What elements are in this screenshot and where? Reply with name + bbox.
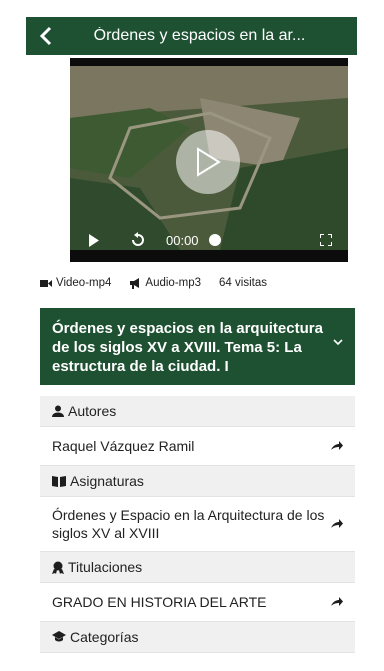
section-header-titulaciones: Titulaciones	[40, 552, 355, 583]
replay-button[interactable]	[130, 232, 146, 248]
section-header-categorias: Categorías	[40, 622, 355, 653]
video-mp4-label: Video-mp4	[56, 277, 112, 289]
fullscreen-button[interactable]	[320, 234, 332, 246]
player-controls: 00:00	[70, 218, 348, 262]
section-header-label: Categorías	[70, 629, 139, 645]
book-icon	[52, 476, 66, 487]
graduation-cap-icon	[52, 631, 66, 642]
details-list: Autores Raquel Vázquez Ramil Asignaturas…	[40, 396, 355, 653]
chevron-down-icon	[333, 339, 343, 346]
section-header-autores: Autores	[40, 396, 355, 427]
share-arrow-icon	[329, 519, 343, 529]
section-header-label: Titulaciones	[68, 559, 143, 575]
audio-mp3-link[interactable]: Audio-mp3	[129, 277, 201, 289]
page-title: Órdenes y espacios en la ar...	[93, 27, 306, 44]
lesson-accordion[interactable]: Órdenes y espacios en la arquitectura de…	[40, 308, 355, 385]
author-name: Raquel Vázquez Ramil	[52, 438, 195, 454]
subject-item[interactable]: Órdenes y Espacio en la Arquitectura de …	[40, 497, 355, 552]
video-camera-icon	[40, 279, 52, 287]
play-control[interactable]	[88, 233, 100, 247]
award-icon	[52, 561, 64, 574]
media-meta: Video-mp4 Audio-mp3 64 visitas	[40, 273, 340, 293]
megaphone-icon	[130, 278, 140, 289]
degree-name: GRADO EN HISTORIA DEL ARTE	[52, 594, 267, 610]
section-header-asignaturas: Asignaturas	[40, 466, 355, 497]
share-arrow-icon	[329, 441, 343, 451]
seek-handle[interactable]	[208, 234, 221, 246]
section-header-label: Autores	[68, 403, 117, 419]
share-arrow-icon	[329, 597, 343, 607]
play-small-icon	[89, 233, 99, 247]
chevron-left-icon	[39, 26, 52, 46]
section-header-label: Asignaturas	[70, 473, 144, 489]
audio-mp3-label: Audio-mp3	[145, 277, 202, 289]
subject-name: Órdenes y Espacio en la Arquitectura de …	[52, 507, 325, 541]
play-button[interactable]	[176, 130, 240, 194]
time-display: 00:00	[166, 232, 199, 248]
author-item[interactable]: Raquel Vázquez Ramil	[40, 427, 355, 466]
play-icon	[197, 147, 221, 177]
fullscreen-icon	[320, 234, 332, 246]
visit-count: 64 visitas	[219, 277, 267, 289]
replay-icon	[132, 232, 144, 246]
top-bar: Órdenes y espacios en la ar...	[26, 17, 357, 55]
user-icon	[52, 405, 64, 417]
seek-knob-icon	[208, 234, 221, 246]
video-mp4-link[interactable]: Video-mp4	[40, 277, 111, 289]
video-player[interactable]: 00:00	[70, 58, 348, 262]
lesson-title: Órdenes y espacios en la arquitectura de…	[52, 320, 323, 375]
degree-item[interactable]: GRADO EN HISTORIA DEL ARTE	[40, 583, 355, 622]
back-button[interactable]	[26, 17, 66, 55]
